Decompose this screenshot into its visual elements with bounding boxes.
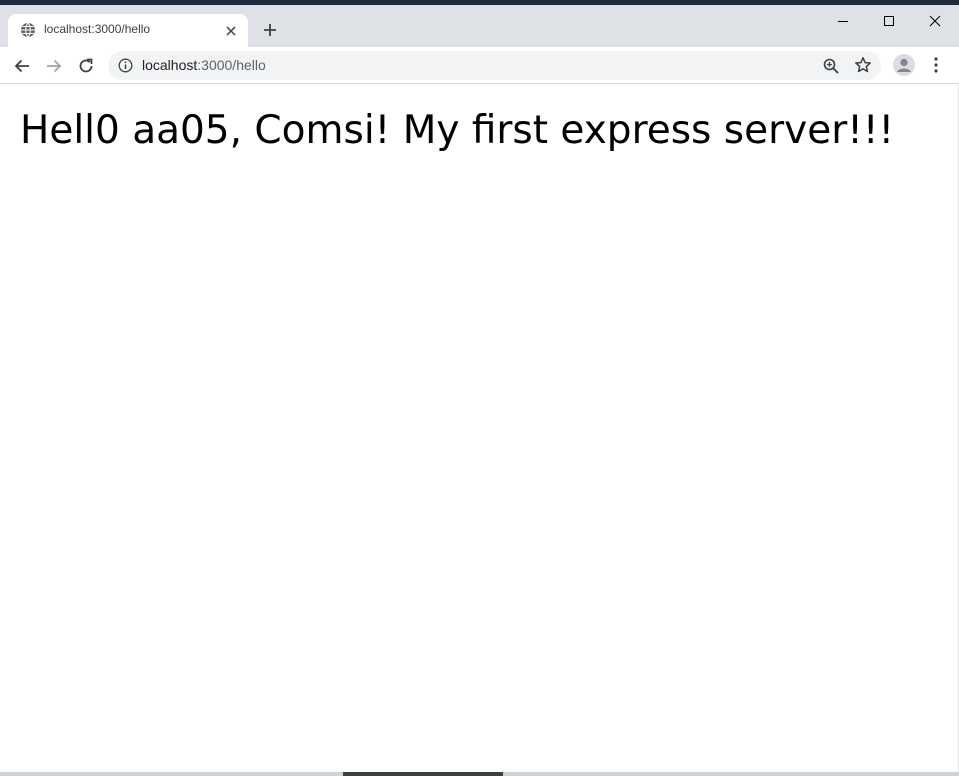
url-path: :3000/hello [197, 57, 266, 73]
more-menu-icon [934, 57, 938, 73]
tab-close-icon[interactable] [223, 23, 239, 39]
zoom-icon[interactable] [822, 57, 840, 75]
address-bar[interactable]: localhost:3000/hello [108, 51, 881, 80]
url-host: localhost [142, 57, 198, 73]
maximize-button[interactable] [866, 5, 912, 37]
close-icon [929, 15, 941, 27]
info-icon[interactable] [118, 58, 133, 73]
back-button[interactable] [8, 52, 36, 80]
close-window-button[interactable] [912, 5, 958, 37]
profile-button[interactable] [892, 53, 916, 77]
maximize-icon [884, 16, 894, 26]
plus-icon [264, 24, 276, 36]
tab-title: localhost:3000/hello [44, 22, 151, 36]
title-bar: localhost:3000/hello [0, 5, 959, 47]
minimize-button[interactable] [820, 5, 866, 37]
browser-toolbar: localhost:3000/hello [0, 47, 959, 84]
reload-button[interactable] [72, 52, 100, 80]
forward-button[interactable] [40, 52, 68, 80]
profile-icon [893, 54, 915, 76]
page-heading: Hell0 aa05, Comsi! My first express serv… [20, 108, 895, 153]
browser-tab[interactable]: localhost:3000/hello [8, 14, 248, 47]
reload-icon [79, 58, 93, 73]
new-tab-button[interactable] [258, 18, 282, 42]
page-content: Hell0 aa05, Comsi! My first express serv… [0, 84, 959, 776]
taskbar-item [343, 772, 503, 776]
forward-icon [47, 59, 62, 73]
minimize-icon [838, 21, 848, 22]
url-text[interactable]: localhost:3000/hello [142, 57, 266, 73]
globe-icon [20, 22, 36, 38]
back-icon [14, 59, 29, 73]
star-icon[interactable] [854, 56, 872, 74]
more-menu-button[interactable] [926, 53, 946, 77]
